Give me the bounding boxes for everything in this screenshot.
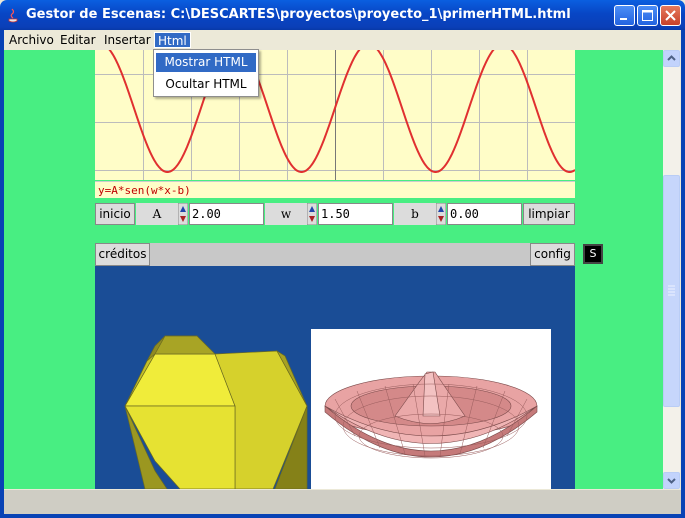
maximize-button[interactable] bbox=[637, 5, 658, 26]
window-frame-bottom bbox=[0, 514, 685, 518]
vertical-scrollbar[interactable] bbox=[663, 50, 680, 489]
parameter-controls: inicio A 2.00 w 1.50 b 0.00 limpiar bbox=[95, 202, 575, 227]
scroll-thumb[interactable] bbox=[663, 175, 680, 407]
menu-editar[interactable]: Editar bbox=[57, 32, 99, 48]
param-a-label: A bbox=[136, 203, 178, 225]
java-coffee-icon bbox=[8, 8, 18, 23]
param-a-spinner[interactable] bbox=[178, 203, 188, 225]
title-bar[interactable]: Gestor de Escenas: C:\DESCARTES\proyecto… bbox=[0, 0, 685, 30]
param-b-field[interactable]: 0.00 bbox=[447, 203, 522, 225]
scroll-up-button[interactable] bbox=[663, 50, 680, 67]
limpiar-button[interactable]: limpiar bbox=[523, 203, 575, 225]
close-icon bbox=[665, 10, 676, 21]
param-b-spinner[interactable] bbox=[436, 203, 446, 225]
3d-scene[interactable] bbox=[95, 266, 575, 489]
content-area: y=A*sen(w*x-b) inicio A 2.00 w 1.50 b 0.… bbox=[4, 50, 663, 489]
minimize-icon bbox=[620, 18, 627, 20]
inicio-button[interactable]: inicio bbox=[95, 203, 135, 225]
scene-toolbar: créditos config bbox=[95, 243, 575, 266]
menu-archivo[interactable]: Archivo bbox=[6, 32, 57, 48]
3d-scene-drawing bbox=[124, 329, 551, 489]
grip-icon bbox=[668, 285, 675, 296]
s-button[interactable]: S bbox=[583, 244, 603, 264]
menu-item-mostrar-html[interactable]: Mostrar HTML bbox=[156, 53, 256, 72]
menu-insertar[interactable]: Insertar bbox=[101, 32, 154, 48]
minimize-button[interactable] bbox=[614, 5, 635, 26]
close-button[interactable] bbox=[660, 5, 681, 26]
status-bar bbox=[4, 490, 681, 514]
param-w-spinner[interactable] bbox=[307, 203, 317, 225]
formula-label: y=A*sen(w*x-b) bbox=[95, 181, 575, 198]
config-button[interactable]: config bbox=[530, 243, 575, 266]
dodecahedron bbox=[124, 335, 308, 489]
maximize-icon bbox=[642, 10, 653, 21]
window-title: Gestor de Escenas: C:\DESCARTES\proyecto… bbox=[26, 7, 571, 22]
chevron-up-icon bbox=[667, 55, 676, 61]
html-menu-dropdown: Mostrar HTML Ocultar HTML bbox=[153, 49, 259, 97]
creditos-button[interactable]: créditos bbox=[95, 243, 150, 266]
menu-bar: Archivo Editar Insertar Html bbox=[4, 30, 681, 50]
menu-item-ocultar-html[interactable]: Ocultar HTML bbox=[156, 75, 256, 94]
scroll-down-button[interactable] bbox=[663, 472, 680, 489]
param-a-field[interactable]: 2.00 bbox=[189, 203, 264, 225]
menu-html[interactable]: Html bbox=[154, 32, 191, 48]
chevron-down-icon bbox=[667, 478, 676, 484]
param-w-field[interactable]: 1.50 bbox=[318, 203, 393, 225]
param-b-label: b bbox=[394, 203, 436, 225]
param-w-label: w bbox=[265, 203, 307, 225]
window-frame-right bbox=[681, 30, 685, 518]
